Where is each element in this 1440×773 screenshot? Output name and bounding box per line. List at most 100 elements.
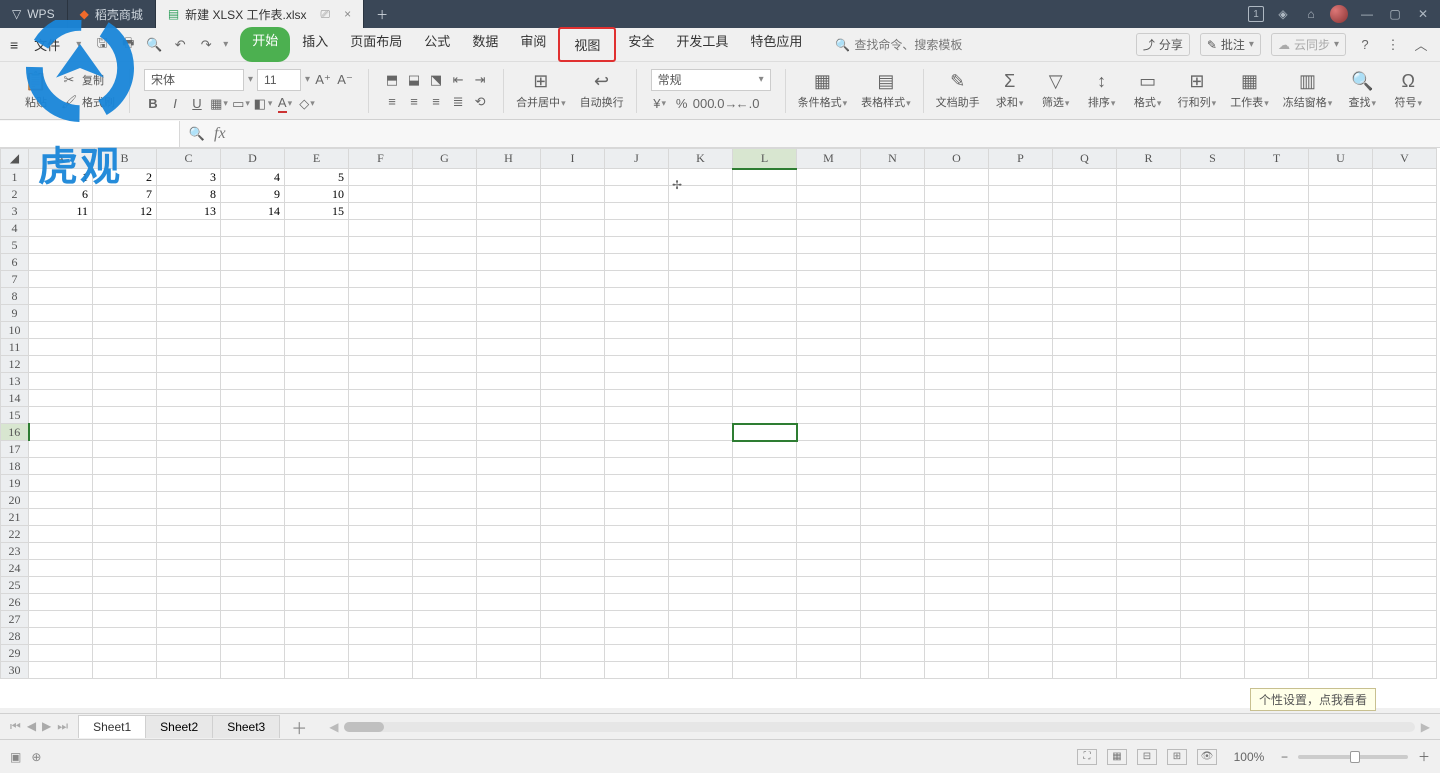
- cell[interactable]: 8: [157, 186, 221, 203]
- row-header-21[interactable]: 21: [1, 509, 29, 526]
- cell[interactable]: [1053, 390, 1117, 407]
- cell[interactable]: [669, 373, 733, 390]
- cell[interactable]: [1245, 628, 1309, 645]
- cell[interactable]: [157, 577, 221, 594]
- cell[interactable]: [989, 594, 1053, 611]
- cell[interactable]: [541, 509, 605, 526]
- cell[interactable]: [861, 288, 925, 305]
- cell[interactable]: [1117, 458, 1181, 475]
- cell[interactable]: [1373, 169, 1437, 186]
- help-icon[interactable]: ?: [1356, 36, 1374, 54]
- cell[interactable]: [541, 543, 605, 560]
- cell[interactable]: [285, 577, 349, 594]
- cell[interactable]: [1309, 543, 1373, 560]
- cell[interactable]: [669, 288, 733, 305]
- cell[interactable]: [221, 339, 285, 356]
- cell[interactable]: [29, 339, 93, 356]
- cell[interactable]: [349, 509, 413, 526]
- col-header-M[interactable]: M: [797, 149, 861, 169]
- cell[interactable]: [93, 237, 157, 254]
- cell[interactable]: [989, 458, 1053, 475]
- cell[interactable]: [861, 662, 925, 679]
- cell[interactable]: [861, 509, 925, 526]
- cell[interactable]: [477, 543, 541, 560]
- cell[interactable]: [413, 441, 477, 458]
- cell[interactable]: [477, 424, 541, 441]
- freeze-button[interactable]: ▥冻结窗格▾: [1279, 69, 1337, 112]
- col-header-Q[interactable]: Q: [1053, 149, 1117, 169]
- cell[interactable]: [797, 271, 861, 288]
- cell[interactable]: [1117, 339, 1181, 356]
- sheet-prev-icon[interactable]: ◀: [27, 719, 36, 734]
- cell[interactable]: [1245, 237, 1309, 254]
- fill-color-icon[interactable]: ◧▾: [254, 95, 272, 113]
- cell[interactable]: [157, 424, 221, 441]
- cell[interactable]: [797, 543, 861, 560]
- sheet-last-icon[interactable]: ⏭: [57, 719, 68, 734]
- cell[interactable]: [797, 662, 861, 679]
- cell[interactable]: [1117, 305, 1181, 322]
- cell[interactable]: [1053, 594, 1117, 611]
- col-header-U[interactable]: U: [1309, 149, 1373, 169]
- cell[interactable]: [93, 322, 157, 339]
- cell[interactable]: [797, 322, 861, 339]
- indent-increase-icon[interactable]: ⇥: [471, 71, 489, 89]
- cell[interactable]: [797, 594, 861, 611]
- cell[interactable]: [989, 543, 1053, 560]
- cell[interactable]: [1181, 271, 1245, 288]
- cell[interactable]: 15: [285, 203, 349, 220]
- cell[interactable]: [605, 339, 669, 356]
- cell[interactable]: [669, 611, 733, 628]
- cell[interactable]: [285, 560, 349, 577]
- spreadsheet-grid[interactable]: ◢ABCDEFGHIJKLMNOPQRSTUV11234526789103111…: [0, 148, 1440, 708]
- cell[interactable]: [989, 305, 1053, 322]
- skin-icon[interactable]: ◈: [1274, 5, 1292, 23]
- cell[interactable]: [1117, 628, 1181, 645]
- cell[interactable]: [221, 390, 285, 407]
- cell[interactable]: [861, 271, 925, 288]
- cell[interactable]: [349, 526, 413, 543]
- cell[interactable]: [797, 628, 861, 645]
- cell[interactable]: [1373, 305, 1437, 322]
- cell[interactable]: [1245, 322, 1309, 339]
- new-tab-button[interactable]: ＋: [364, 0, 400, 28]
- cell[interactable]: [989, 271, 1053, 288]
- cell[interactable]: [221, 407, 285, 424]
- col-header-P[interactable]: P: [989, 149, 1053, 169]
- cell[interactable]: [221, 424, 285, 441]
- cell[interactable]: [733, 526, 797, 543]
- cell[interactable]: [29, 254, 93, 271]
- cell[interactable]: [989, 186, 1053, 203]
- menu-tab-公式[interactable]: 公式: [414, 27, 460, 62]
- cell[interactable]: [1245, 662, 1309, 679]
- cell[interactable]: [29, 611, 93, 628]
- cell[interactable]: [413, 662, 477, 679]
- cell[interactable]: [1309, 458, 1373, 475]
- cell[interactable]: [1373, 475, 1437, 492]
- cell[interactable]: [1053, 322, 1117, 339]
- cell[interactable]: 6: [29, 186, 93, 203]
- cell[interactable]: [29, 441, 93, 458]
- cell[interactable]: [733, 305, 797, 322]
- cell[interactable]: [285, 594, 349, 611]
- cell[interactable]: [413, 220, 477, 237]
- cell[interactable]: [285, 543, 349, 560]
- cell[interactable]: [861, 254, 925, 271]
- cell[interactable]: [93, 526, 157, 543]
- cell[interactable]: [669, 322, 733, 339]
- format-button[interactable]: ▭格式▾: [1128, 69, 1168, 112]
- cell[interactable]: [349, 305, 413, 322]
- cell[interactable]: [413, 475, 477, 492]
- cell[interactable]: [477, 254, 541, 271]
- cell[interactable]: [1245, 458, 1309, 475]
- cell[interactable]: [989, 577, 1053, 594]
- save-icon[interactable]: 🖫: [93, 36, 111, 54]
- decrease-decimal-icon[interactable]: ←.0: [739, 95, 757, 113]
- cell[interactable]: [797, 339, 861, 356]
- cell[interactable]: 12: [93, 203, 157, 220]
- cell[interactable]: [861, 458, 925, 475]
- cell[interactable]: [477, 560, 541, 577]
- cell[interactable]: [29, 526, 93, 543]
- row-header-28[interactable]: 28: [1, 628, 29, 645]
- font-name-select[interactable]: 宋体: [144, 69, 244, 91]
